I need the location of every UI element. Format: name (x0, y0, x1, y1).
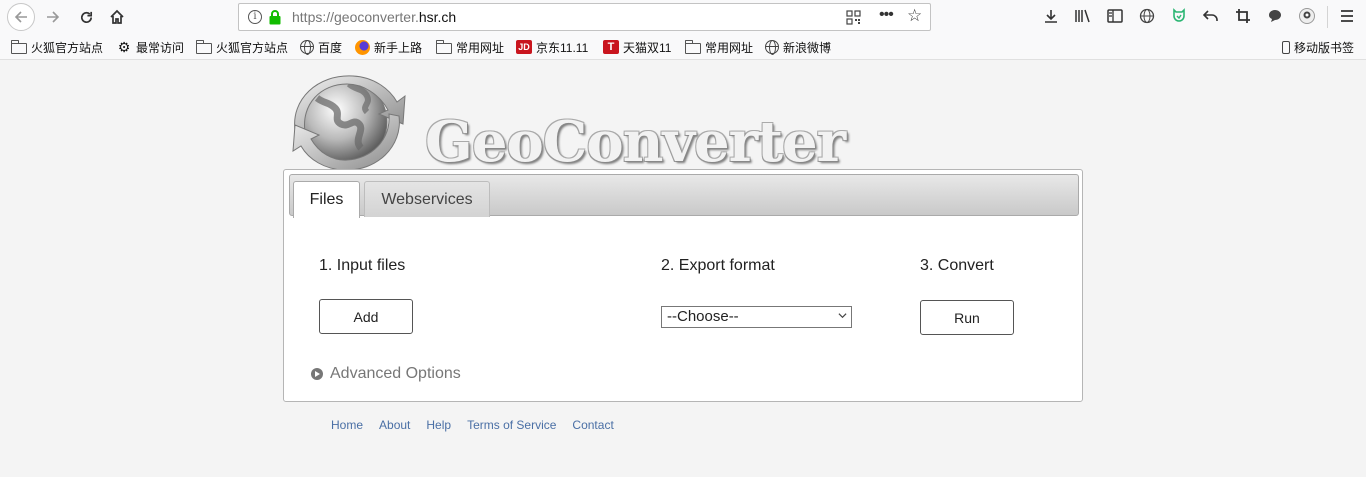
bookmark-item[interactable]: 百度 (300, 38, 342, 56)
geoconverter-logo: GeoConverter (287, 70, 857, 174)
back-button[interactable] (7, 3, 35, 31)
arrow-right-icon (47, 11, 60, 23)
qr-code-icon[interactable] (846, 10, 861, 25)
extension-shield-icon[interactable] (1169, 6, 1189, 26)
bookmark-item[interactable]: 常用网址 (685, 38, 753, 56)
bookmark-label: 火狐官方站点 (31, 40, 104, 55)
tab-files[interactable]: Files (293, 181, 360, 218)
export-format-select[interactable]: --Choose-- (661, 306, 852, 328)
globe-icon (765, 40, 779, 55)
jd-icon: JD (516, 40, 532, 54)
bookmark-item[interactable]: 常用网址 (436, 38, 504, 56)
add-files-button[interactable]: Add (319, 299, 413, 334)
bookmark-label: 天猫双11 (623, 40, 672, 55)
reload-button[interactable] (74, 5, 98, 29)
globe-logo-icon (292, 75, 406, 171)
bookmark-item[interactable]: 新手上路 (355, 38, 422, 56)
tab-bar: Files Webservices (289, 174, 1079, 218)
url-text[interactable]: https://geoconverter.hsr.ch (292, 9, 456, 25)
chat-bubble-icon[interactable] (1265, 6, 1285, 26)
advanced-options-label: Advanced Options (330, 365, 461, 382)
undo-icon[interactable] (1201, 6, 1221, 26)
footer-link-terms[interactable]: Terms of Service (467, 418, 556, 432)
hamburger-menu-icon[interactable] (1337, 6, 1357, 26)
bookmark-label: 常用网址 (456, 40, 505, 55)
bookmarks-toolbar: 火狐官方站点 ⚙ 最常访问 火狐官方站点 百度 新手上路 常用网址 JD 京东11.… (0, 34, 1366, 60)
phone-icon (1282, 40, 1290, 54)
bookmark-item[interactable]: 火狐官方站点 (196, 38, 288, 56)
footer-link-about[interactable]: About (379, 418, 410, 432)
bookmark-label: 移动版书签 (1294, 40, 1355, 55)
library-icon[interactable] (1073, 6, 1093, 26)
mobile-bookmarks[interactable]: 移动版书签 (1282, 38, 1354, 56)
more-actions-icon[interactable]: ••• (879, 6, 894, 24)
firefox-icon (355, 39, 370, 55)
bookmark-item[interactable]: JD 京东11.11 (516, 38, 588, 56)
bookmark-label: 常用网址 (705, 40, 754, 55)
folder-icon (685, 39, 701, 54)
bookmark-item[interactable]: ⚙ 最常访问 (116, 38, 184, 56)
bookmark-star-icon[interactable]: ☆ (907, 6, 922, 26)
toolbar-divider (1327, 6, 1328, 28)
arrow-left-icon (14, 11, 27, 23)
bookmark-item[interactable]: 火狐官方站点 (11, 38, 103, 56)
screenshot-crop-icon[interactable] (1233, 6, 1253, 26)
tmall-icon: T (603, 40, 619, 54)
export-format-value: --Choose-- (667, 308, 739, 325)
home-icon (110, 9, 124, 24)
expand-triangle-icon (311, 368, 323, 380)
globe-icon (300, 40, 314, 55)
tab-webservices[interactable]: Webservices (364, 181, 490, 217)
sidebar-icon[interactable] (1105, 6, 1125, 26)
download-icon[interactable] (1041, 6, 1061, 26)
bookmark-label: 最常访问 (136, 40, 185, 55)
logo-wordmark: GeoConverter (425, 109, 846, 175)
footer-link-home[interactable]: Home (331, 418, 363, 432)
run-button[interactable]: Run (920, 300, 1014, 335)
address-bar[interactable]: i https://geoconverter.hsr.ch ••• ☆ (238, 3, 931, 31)
lock-icon[interactable] (268, 9, 282, 25)
bookmark-item[interactable]: T 天猫双11 (603, 38, 671, 56)
bookmark-label: 新手上路 (374, 40, 423, 55)
footer-link-contact[interactable]: Contact (572, 418, 613, 432)
globe-extension-icon[interactable] (1137, 6, 1157, 26)
chevron-down-icon (838, 313, 847, 319)
folder-icon (196, 39, 212, 54)
reload-icon (80, 11, 92, 23)
bookmark-label: 新浪微博 (783, 40, 832, 55)
footer-link-help[interactable]: Help (426, 418, 451, 432)
forward-button[interactable] (41, 5, 65, 29)
folder-icon (436, 39, 452, 54)
bookmark-label: 京东11.11 (536, 40, 589, 55)
bookmark-label: 百度 (318, 40, 343, 55)
advanced-options-toggle[interactable]: Advanced Options (311, 365, 461, 383)
folder-icon (11, 39, 27, 54)
gear-icon: ⚙ (117, 39, 131, 55)
step-export-title: 2. Export format (661, 257, 775, 274)
converter-panel: Files Webservices 1. Input files Add 2. … (283, 169, 1083, 402)
bookmark-item[interactable]: 新浪微博 (765, 38, 831, 56)
browser-toolbar: i https://geoconverter.hsr.ch ••• ☆ (0, 0, 1366, 34)
bookmark-label: 火狐官方站点 (216, 40, 289, 55)
info-icon[interactable]: i (248, 10, 262, 24)
profile-extension-icon[interactable] (1297, 6, 1317, 26)
footer-links: Home About Help Terms of Service Contact (331, 418, 614, 432)
step-convert-title: 3. Convert (920, 257, 994, 274)
home-button[interactable] (105, 5, 129, 29)
step-input-title: 1. Input files (319, 257, 406, 274)
